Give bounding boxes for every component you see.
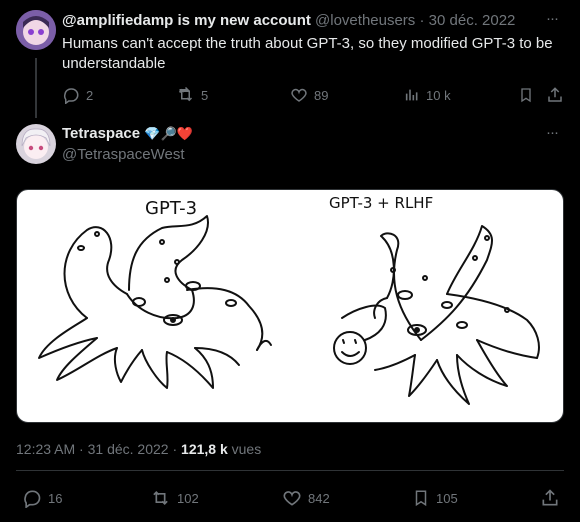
divider: [16, 470, 564, 471]
share-icon: [546, 86, 564, 104]
meta-separator-1: ·: [79, 441, 84, 457]
reply-likes-count: 89: [314, 87, 329, 103]
retweet-icon: [150, 488, 171, 508]
shoggoth-right-drawing: [333, 225, 540, 405]
reply-more-button[interactable]: ···: [546, 10, 559, 27]
main-replies-count: 16: [48, 490, 63, 506]
bookmark-icon: [518, 86, 534, 104]
main-display-name[interactable]: Tetraspace: [62, 125, 140, 142]
reply-retweets-button[interactable]: 5: [176, 86, 208, 104]
reply-icon: [62, 86, 80, 104]
reply-date[interactable]: 30 déc. 2022: [429, 12, 516, 29]
views-count: 121,8 k: [181, 441, 228, 457]
heart-icon: [282, 488, 302, 508]
reply-header: @amplifiedamp is my new account @lovethe…: [62, 12, 515, 29]
reply-likes-button[interactable]: 89: [290, 86, 328, 104]
share-icon: [540, 488, 560, 508]
main-likes-button[interactable]: 842: [282, 488, 330, 508]
main-bookmarks-count: 105: [436, 490, 458, 506]
reply-bookmark-button[interactable]: [518, 86, 534, 104]
main-header: Tetraspace 💎🔎❤️: [62, 125, 193, 142]
image-label-left: GPT-3: [145, 198, 197, 219]
bookmark-icon: [412, 488, 430, 508]
reply-handle[interactable]: @lovetheusers: [315, 12, 415, 29]
name-emoji: 💎🔎❤️: [144, 126, 193, 141]
main-bookmarks-button[interactable]: 105: [412, 488, 458, 508]
reply-replies-button[interactable]: 2: [62, 86, 93, 104]
tweet-time[interactable]: 12:23 AM: [16, 441, 75, 457]
main-avatar[interactable]: [16, 124, 56, 164]
main-handle[interactable]: @TetraspaceWest: [62, 146, 185, 163]
tweet-date[interactable]: 31 déc. 2022: [88, 441, 169, 457]
reply-avatar[interactable]: [16, 10, 56, 50]
meta-separator-2: ·: [172, 441, 178, 457]
views-icon: [404, 86, 420, 104]
reply-views-button[interactable]: 10 k: [404, 86, 451, 104]
heart-icon: [290, 86, 308, 104]
tweet-meta: 12:23 AM · 31 déc. 2022 · 121,8 k vues: [16, 441, 261, 457]
main-replies-button[interactable]: 16: [22, 488, 62, 508]
thread-line: [35, 58, 37, 118]
reply-retweets-count: 5: [201, 87, 209, 103]
reply-display-name[interactable]: @amplifiedamp is my new account: [62, 12, 311, 29]
main-retweets-button[interactable]: 102: [150, 488, 199, 508]
shoggoth-left-drawing: [38, 215, 272, 389]
views-label: vues: [231, 441, 262, 457]
reply-views-count: 10 k: [426, 87, 451, 103]
reply-separator: ·: [419, 12, 425, 29]
reply-icon: [22, 488, 42, 508]
main-likes-count: 842: [308, 490, 330, 506]
main-more-button[interactable]: ···: [546, 124, 559, 141]
reply-replies-count: 2: [86, 87, 94, 103]
reply-share-button[interactable]: [546, 86, 564, 104]
main-retweets-count: 102: [177, 490, 199, 506]
tweet-image[interactable]: GPT-3 GPT-3 + RLHF: [16, 189, 564, 423]
retweet-icon: [176, 86, 195, 104]
image-label-right: GPT-3 + RLHF: [329, 194, 433, 212]
main-share-button[interactable]: [540, 488, 560, 508]
reply-text: Humans can't accept the truth about GPT-…: [62, 35, 553, 72]
